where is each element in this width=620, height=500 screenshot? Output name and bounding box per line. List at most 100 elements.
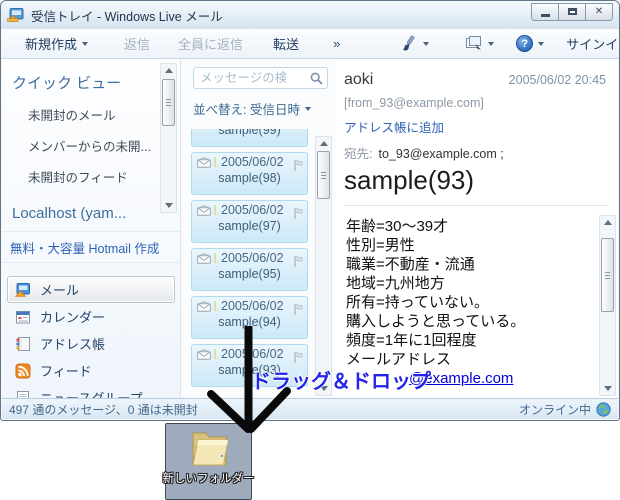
body-line: 所有=持っていない。 bbox=[346, 293, 618, 312]
help-button[interactable]: ? bbox=[510, 32, 550, 55]
minimize-button[interactable] bbox=[531, 3, 559, 21]
menus-button[interactable] bbox=[459, 32, 500, 55]
forward-button[interactable]: 転送 bbox=[267, 31, 305, 56]
message-list-scrollbar-thumb[interactable] bbox=[317, 151, 330, 199]
flag-icon[interactable] bbox=[292, 207, 304, 220]
read-envelope-icon bbox=[197, 349, 211, 360]
message-date: 2005/06/02 bbox=[221, 251, 284, 265]
sign-in-button[interactable]: サインイン bbox=[560, 31, 620, 56]
toolbar-overflow-button[interactable]: » bbox=[327, 33, 346, 54]
sidebar-scrollbar[interactable] bbox=[160, 63, 177, 213]
mail-icon bbox=[15, 282, 31, 298]
category-tick bbox=[214, 253, 216, 263]
reading-pane-scrollbar-thumb[interactable] bbox=[601, 238, 614, 312]
shortcut-newsgroups-label: ニュースグループ bbox=[40, 388, 143, 398]
message-body: 年齢=30〜39才 性別=男性 職業=不動産・流通 地域=九州地方 所有=持って… bbox=[336, 206, 618, 389]
sidebar-item-unread-feeds[interactable]: 未開封のフィード bbox=[2, 155, 180, 186]
folder-icon bbox=[185, 427, 233, 469]
maximize-icon bbox=[568, 8, 577, 15]
read-envelope-icon bbox=[197, 301, 211, 312]
account-header[interactable]: Localhost (yam... bbox=[2, 186, 180, 222]
search-input[interactable] bbox=[198, 70, 288, 86]
message-row[interactable]: 2005/06/02 sample(97) bbox=[191, 200, 308, 243]
windows-live-mail-icon bbox=[7, 7, 24, 23]
sidebar-item-unread-from-members[interactable]: メンバーからの未開... bbox=[2, 124, 180, 155]
globe-icon bbox=[596, 402, 611, 417]
body-line: 購入しようと思っている。 bbox=[346, 312, 618, 331]
recipient-line: 宛先:to_93@example.com ; bbox=[344, 143, 608, 162]
message-date: 2005/06/02 bbox=[221, 299, 284, 313]
category-tick bbox=[214, 157, 216, 167]
reading-pane: aoki 2005/06/02 20:45 [from_93@example.c… bbox=[336, 59, 618, 398]
online-status: オンライン中 bbox=[519, 401, 591, 418]
shortcut-newsgroups[interactable]: ニュースグループ bbox=[7, 384, 175, 398]
toolbar: 新規作成 返信 全員に返信 転送 » ? サインイン bbox=[1, 29, 619, 59]
scroll-up-icon[interactable] bbox=[161, 64, 176, 77]
scroll-down-icon[interactable] bbox=[600, 382, 615, 395]
message-list-scrollbar[interactable] bbox=[315, 136, 332, 396]
category-tick bbox=[214, 301, 216, 311]
shortcut-mail[interactable]: メール bbox=[7, 276, 175, 303]
new-folder-drop-target[interactable]: 新しいフォルダー bbox=[165, 423, 252, 500]
flag-icon[interactable] bbox=[292, 351, 304, 364]
menus-icon bbox=[465, 35, 483, 52]
message-subject: sample(98) bbox=[196, 171, 303, 185]
chevron-down-icon bbox=[305, 107, 311, 111]
mail-window: 受信トレイ - Windows Live メール ✕ 新規作成 返信 全員に返信… bbox=[0, 0, 620, 421]
sort-label: 並べ替え: 受信日時 bbox=[193, 99, 300, 118]
flag-icon[interactable] bbox=[292, 255, 304, 268]
maximize-button[interactable] bbox=[558, 3, 586, 21]
message-list-pane: 並べ替え: 受信日時 2005/06/02 sample(99) bbox=[181, 59, 336, 398]
chevron-down-icon bbox=[82, 42, 88, 46]
message-row[interactable]: 2005/06/02 sample(94) bbox=[191, 296, 308, 339]
hotmail-signup-link[interactable]: 無料・大容量 Hotmail 作成 bbox=[2, 231, 180, 263]
body-line: 頻度=1年に1回程度 bbox=[346, 331, 618, 350]
reply-all-button[interactable]: 全員に返信 bbox=[172, 31, 249, 56]
search-box[interactable] bbox=[193, 67, 328, 89]
message-row[interactable]: 2005/06/02 sample(99) bbox=[191, 129, 308, 147]
shortcut-contacts[interactable]: アドレス帳 bbox=[7, 330, 175, 357]
quick-view-header: クイック ビュー bbox=[2, 59, 180, 93]
chevron-down-icon bbox=[488, 42, 494, 46]
search-icon[interactable] bbox=[310, 72, 323, 85]
scroll-down-icon[interactable] bbox=[161, 199, 176, 212]
shortcut-feeds[interactable]: フィード bbox=[7, 357, 175, 384]
status-bar: 497 通のメッセージ、0 通は未開封 オンライン中 bbox=[2, 398, 618, 419]
add-to-contacts-link[interactable]: アドレス帳に追加 bbox=[344, 117, 444, 136]
message-header: aoki 2005/06/02 20:45 [from_93@example.c… bbox=[336, 59, 618, 206]
minimize-icon bbox=[541, 14, 550, 17]
message-subject-title: sample(93) bbox=[344, 165, 608, 196]
clipped-body-line: 010-4770 bbox=[418, 388, 618, 389]
shortcut-contacts-label: アドレス帳 bbox=[40, 334, 105, 353]
new-message-button[interactable]: 新規作成 bbox=[19, 31, 94, 56]
message-row[interactable]: 2005/06/02 sample(95) bbox=[191, 248, 308, 291]
read-envelope-icon bbox=[197, 205, 211, 216]
message-subject: sample(94) bbox=[196, 315, 303, 329]
reading-pane-scrollbar[interactable] bbox=[599, 215, 616, 396]
flag-icon[interactable] bbox=[292, 159, 304, 172]
chevron-down-icon bbox=[423, 42, 429, 46]
titlebar[interactable]: 受信トレイ - Windows Live メール ✕ bbox=[1, 1, 619, 29]
shortcut-calendar-label: カレンダー bbox=[40, 307, 105, 326]
window-title: 受信トレイ - Windows Live メール bbox=[31, 6, 532, 25]
flag-icon[interactable] bbox=[292, 303, 304, 316]
shortcut-calendar[interactable]: カレンダー bbox=[7, 303, 175, 330]
shortcut-list: メール カレンダー bbox=[2, 263, 180, 398]
sort-selector[interactable]: 並べ替え: 受信日時 bbox=[193, 99, 336, 118]
message-date: 2005/06/02 bbox=[221, 347, 284, 361]
to-label: 宛先: bbox=[344, 147, 372, 161]
sidebar-item-unread-mail[interactable]: 未開封のメール bbox=[2, 93, 180, 124]
folder-sidebar: クイック ビュー 未開封のメール メンバーからの未開... 未開封のフィード L… bbox=[2, 59, 181, 398]
scroll-up-icon[interactable] bbox=[600, 216, 615, 229]
scroll-up-icon[interactable] bbox=[316, 137, 331, 150]
reply-button[interactable]: 返信 bbox=[118, 31, 156, 56]
message-datetime: 2005/06/02 20:45 bbox=[509, 73, 606, 87]
address-book-icon bbox=[15, 336, 31, 352]
close-button[interactable]: ✕ bbox=[585, 3, 613, 21]
sidebar-scrollbar-thumb[interactable] bbox=[162, 79, 175, 126]
category-tick bbox=[214, 349, 216, 359]
message-list: 2005/06/02 sample(99) 2005/06/02 bbox=[191, 129, 308, 396]
colors-button[interactable] bbox=[394, 32, 435, 56]
message-row[interactable]: 2005/06/02 sample(98) bbox=[191, 152, 308, 195]
message-subject: sample(95) bbox=[196, 267, 303, 281]
